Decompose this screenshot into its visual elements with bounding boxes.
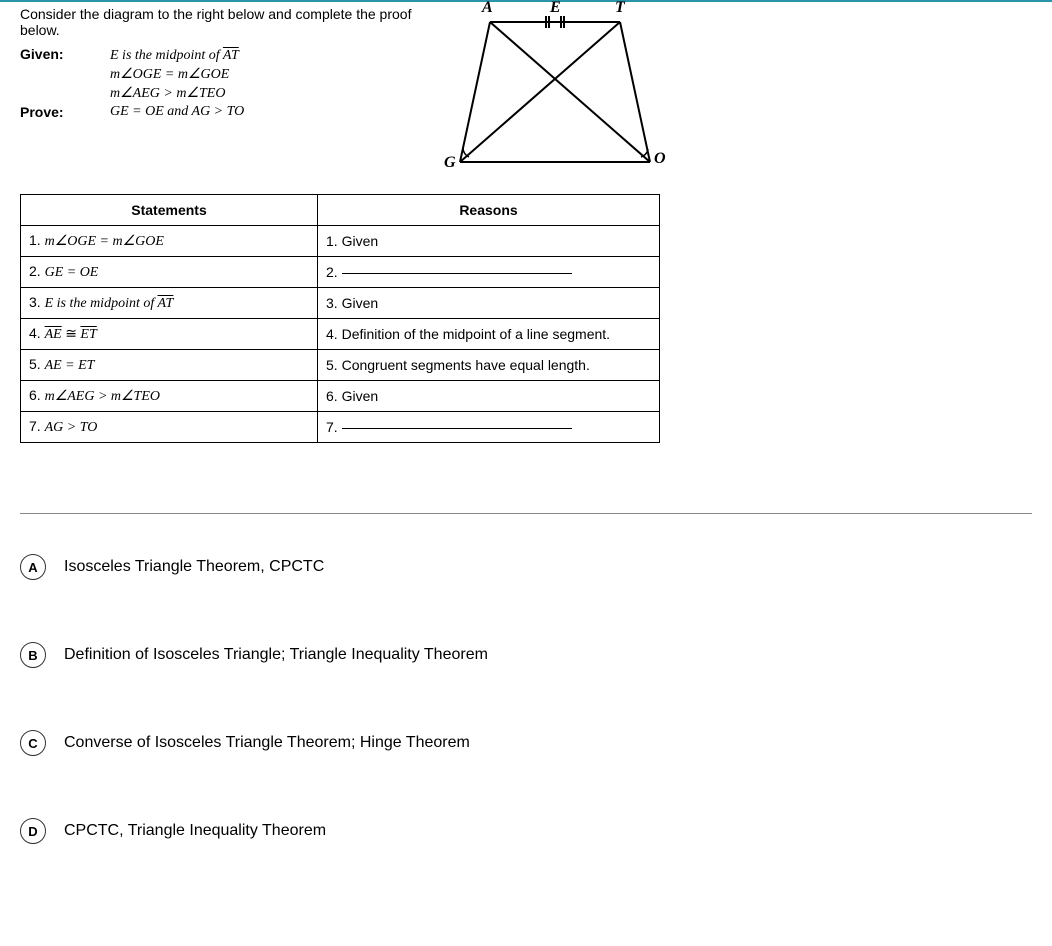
row-seg: AT <box>158 296 174 311</box>
table-header-row: Statements Reasons <box>21 195 660 226</box>
row-statement: E is the midpoint of <box>45 296 158 311</box>
option-text-c: Converse of Isosceles Triangle Theorem; … <box>64 734 470 752</box>
row-num: 2. <box>29 263 41 279</box>
row-num: 5. <box>326 357 338 373</box>
table-row: 3. E is the midpoint of AT 3. Given <box>21 288 660 319</box>
row-reason: Congruent segments have equal length. <box>342 357 590 373</box>
given-line-1-seg: AT <box>223 48 239 63</box>
row-statement: m∠OGE = m∠GOE <box>45 234 164 249</box>
row-num: 1. <box>29 232 41 248</box>
row-num: 1. <box>326 233 338 249</box>
row-cong: ≅ <box>62 327 81 342</box>
row-seg1: AE <box>45 327 62 342</box>
blank-reason-2[interactable] <box>342 273 572 274</box>
given-line-3: m∠AEG > m∠TEO <box>110 85 440 102</box>
option-circle-d[interactable]: D <box>20 818 46 844</box>
table-row: 6. m∠AEG > m∠TEO 6. Given <box>21 381 660 412</box>
row-num: 4. <box>29 325 41 341</box>
proof-table: Statements Reasons 1. m∠OGE = m∠GOE 1. G… <box>20 194 660 443</box>
row-num: 2. <box>326 264 338 280</box>
table-row: 2. GE = OE 2. <box>21 257 660 288</box>
row-statement: AG > TO <box>45 420 98 435</box>
row-num: 7. <box>326 419 338 435</box>
option-circle-a[interactable]: A <box>20 554 46 580</box>
diagram-svg <box>450 2 670 182</box>
instruction-text: Consider the diagram to the right below … <box>20 2 440 46</box>
table-row: 4. AE ≅ ET 4. Definition of the midpoint… <box>21 319 660 350</box>
diagram-label-a: A <box>482 0 493 17</box>
option-b[interactable]: B Definition of Isosceles Triangle; Tria… <box>20 642 1032 668</box>
diagram-label-g: G <box>444 154 456 172</box>
table-row: 1. m∠OGE = m∠GOE 1. Given <box>21 226 660 257</box>
diagram-label-t: T <box>615 0 625 17</box>
answer-options: A Isosceles Triangle Theorem, CPCTC B De… <box>20 554 1032 946</box>
given-line-1: E is the midpoint of AT <box>110 46 440 64</box>
option-text-a: Isosceles Triangle Theorem, CPCTC <box>64 558 324 576</box>
table-row: 7. AG > TO 7. <box>21 412 660 443</box>
diagram-label-e: E <box>550 0 561 17</box>
geometry-diagram: A E T G O <box>450 2 670 182</box>
option-circle-b[interactable]: B <box>20 642 46 668</box>
row-statement: GE = OE <box>45 265 99 280</box>
row-num: 5. <box>29 356 41 372</box>
row-reason: Given <box>342 233 379 249</box>
diagram-label-o: O <box>654 150 666 168</box>
option-circle-c[interactable]: C <box>20 730 46 756</box>
option-text-d: CPCTC, Triangle Inequality Theorem <box>64 822 326 840</box>
given-line-2: m∠OGE = m∠GOE <box>110 66 440 83</box>
row-num: 4. <box>326 326 338 342</box>
option-text-b: Definition of Isosceles Triangle; Triang… <box>64 646 488 664</box>
row-statement: m∠AEG > m∠TEO <box>45 389 160 404</box>
blank-reason-7[interactable] <box>342 428 572 429</box>
row-num: 3. <box>326 295 338 311</box>
row-num: 6. <box>326 388 338 404</box>
separator-line <box>20 513 1032 514</box>
statements-header: Statements <box>21 195 318 226</box>
prove-text: GE = OE and AG > TO <box>110 104 440 120</box>
row-reason: Given <box>342 295 379 311</box>
row-seg2: ET <box>80 327 96 342</box>
option-c[interactable]: C Converse of Isosceles Triangle Theorem… <box>20 730 1032 756</box>
table-row: 5. AE = ET 5. Congruent segments have eq… <box>21 350 660 381</box>
reasons-header: Reasons <box>318 195 660 226</box>
row-num: 3. <box>29 294 41 310</box>
row-reason: Given <box>342 388 379 404</box>
prove-label: Prove: <box>20 104 110 120</box>
row-num: 6. <box>29 387 41 403</box>
row-num: 7. <box>29 418 41 434</box>
option-d[interactable]: D CPCTC, Triangle Inequality Theorem <box>20 818 1032 844</box>
option-a[interactable]: A Isosceles Triangle Theorem, CPCTC <box>20 554 1032 580</box>
given-line-1-text: E is the midpoint of <box>110 48 223 63</box>
row-reason: Definition of the midpoint of a line seg… <box>342 326 611 342</box>
given-label: Given: <box>20 46 110 64</box>
row-statement: AE = ET <box>45 358 95 373</box>
